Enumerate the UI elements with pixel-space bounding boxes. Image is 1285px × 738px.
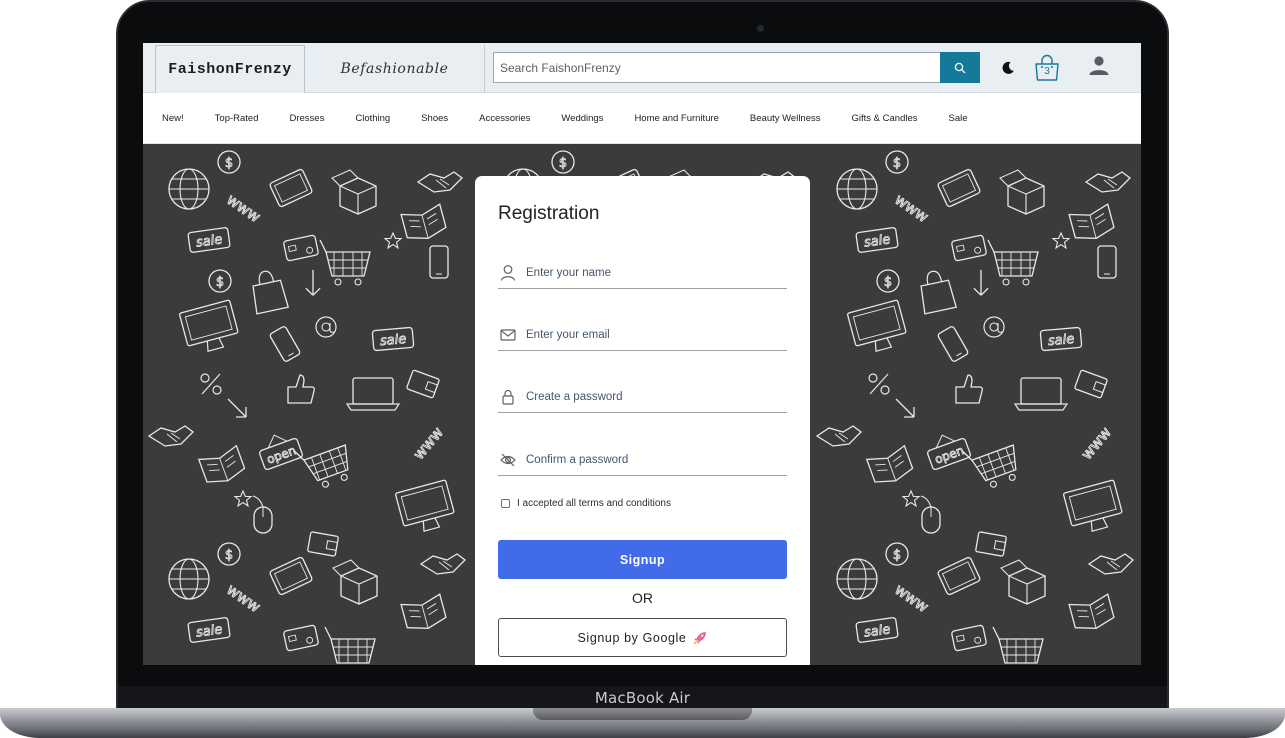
tagline: Befashionable (340, 61, 449, 77)
nav-item-top-rated[interactable]: Top-Rated (215, 113, 259, 124)
account-button[interactable] (1087, 54, 1111, 78)
laptop-hinge-notch (533, 708, 752, 720)
search-button[interactable] (940, 52, 980, 83)
nav-item-weddings[interactable]: Weddings (561, 113, 603, 124)
password-field (498, 382, 787, 413)
hero-background: sale open (143, 144, 1141, 665)
registration-card: Registration Enter your name Enter your … (475, 176, 810, 665)
email-input[interactable] (526, 329, 776, 341)
laptop-chin: MacBook Air (118, 686, 1167, 710)
google-signup-label: Signup by Google (577, 630, 687, 645)
password-input[interactable] (526, 391, 776, 403)
rocket-icon (694, 631, 707, 644)
device-label: MacBook Air (594, 689, 691, 707)
nav-item-gifts-candles[interactable]: Gifts & Candles (852, 113, 918, 124)
lock-icon (502, 389, 514, 405)
nav-item-home-furniture[interactable]: Home and Furniture (634, 113, 718, 124)
registration-title: Registration (498, 203, 600, 224)
search-icon (954, 62, 966, 73)
camera (757, 25, 764, 32)
terms-row: I accepted all terms and conditions (501, 498, 671, 509)
user-icon (1089, 56, 1109, 75)
nav-item-dresses[interactable]: Dresses (290, 113, 325, 124)
terms-label[interactable]: I accepted all terms and conditions (517, 498, 671, 509)
theme-toggle-button[interactable] (998, 57, 1018, 79)
nav-item-clothing[interactable]: Clothing (355, 113, 390, 124)
signup-button[interactable]: Signup (498, 540, 787, 579)
nav-item-shoes[interactable]: Shoes (421, 113, 448, 124)
user-icon (500, 265, 516, 281)
cart-button[interactable]: 3 (1032, 53, 1062, 83)
nav-item-accessories[interactable]: Accessories (479, 113, 530, 124)
tagline-container: Befashionable (305, 45, 485, 93)
confirm-password-field (498, 445, 787, 476)
nav-item-sale[interactable]: Sale (949, 113, 968, 124)
nav-item-beauty-wellness[interactable]: Beauty Wellness (750, 113, 821, 124)
terms-checkbox[interactable] (501, 499, 510, 508)
email-field (498, 320, 787, 351)
category-nav: New! Top-Rated Dresses Clothing Shoes Ac… (143, 93, 1141, 144)
name-field (498, 258, 787, 289)
brand-name: FaishonFrenzy (168, 61, 292, 78)
name-input[interactable] (526, 267, 776, 279)
moon-icon (1002, 61, 1014, 74)
envelope-icon (500, 329, 516, 341)
nav-item-new[interactable]: New! (162, 113, 184, 124)
brand-logo[interactable]: FaishonFrenzy (155, 45, 305, 93)
screen: FaishonFrenzy Befashionable 3 (143, 43, 1141, 665)
confirm-password-input[interactable] (526, 454, 776, 466)
cart-count-badge: 3 (1044, 66, 1050, 77)
eye-off-icon (500, 453, 516, 467)
header: FaishonFrenzy Befashionable 3 (143, 43, 1141, 93)
google-signup-button[interactable]: Signup by Google (498, 618, 787, 657)
search-input[interactable] (493, 52, 941, 83)
or-divider: OR (632, 590, 653, 606)
